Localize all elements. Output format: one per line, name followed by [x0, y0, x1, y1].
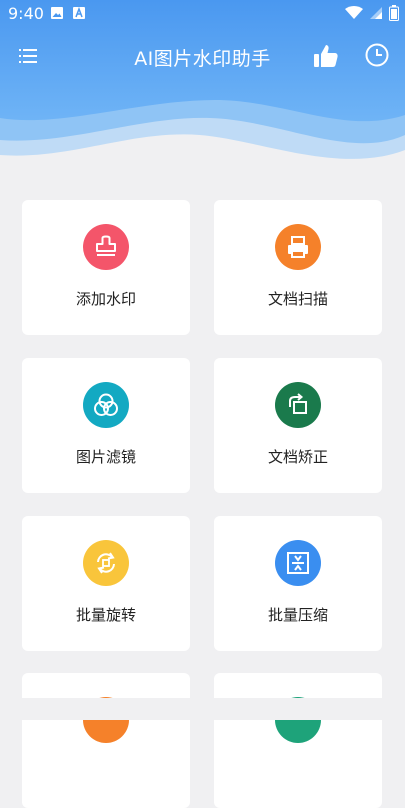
tool-card-batch-compress[interactable]: 批量压缩 — [214, 516, 382, 651]
tool-label: 文档矫正 — [267, 448, 328, 466]
tool-card-batch-rotate[interactable]: 批量旋转 — [22, 516, 190, 651]
tool-label: 文档扫描 — [267, 290, 328, 308]
tool-card-partial-right[interactable] — [214, 673, 382, 808]
rotate-arrows-icon — [97, 552, 115, 574]
tool-label: 批量旋转 — [75, 606, 136, 624]
bottom-edge — [0, 698, 405, 720]
document-scan-icon-circle — [275, 224, 321, 270]
batch-rotate-icon-circle — [83, 540, 129, 586]
tool-label: 批量压缩 — [267, 606, 328, 624]
tool-card-image-filter[interactable]: 图片滤镜 — [22, 358, 190, 493]
tool-card-document-scan[interactable]: 文档扫描 — [214, 200, 382, 335]
document-correct-icon-circle — [275, 382, 321, 428]
image-filter-icon-circle — [83, 382, 129, 428]
filter-circles-icon — [94, 393, 118, 416]
printer-icon — [288, 236, 308, 258]
add-watermark-icon-circle — [83, 224, 129, 270]
compress-icon — [287, 552, 309, 574]
stamp-icon — [96, 235, 116, 256]
batch-compress-icon-circle — [275, 540, 321, 586]
tool-grid: 添加水印 文档扫描 图片滤镜 文档矫正 批量旋转 批量压缩 — [0, 0, 405, 808]
tool-card-add-watermark[interactable]: 添加水印 — [22, 200, 190, 335]
tool-label: 添加水印 — [75, 290, 136, 308]
tool-card-document-correct[interactable]: 文档矫正 — [214, 358, 382, 493]
tool-card-partial-left[interactable] — [22, 673, 190, 808]
tool-label: 图片滤镜 — [75, 448, 136, 466]
rotate-square-icon — [289, 393, 307, 414]
